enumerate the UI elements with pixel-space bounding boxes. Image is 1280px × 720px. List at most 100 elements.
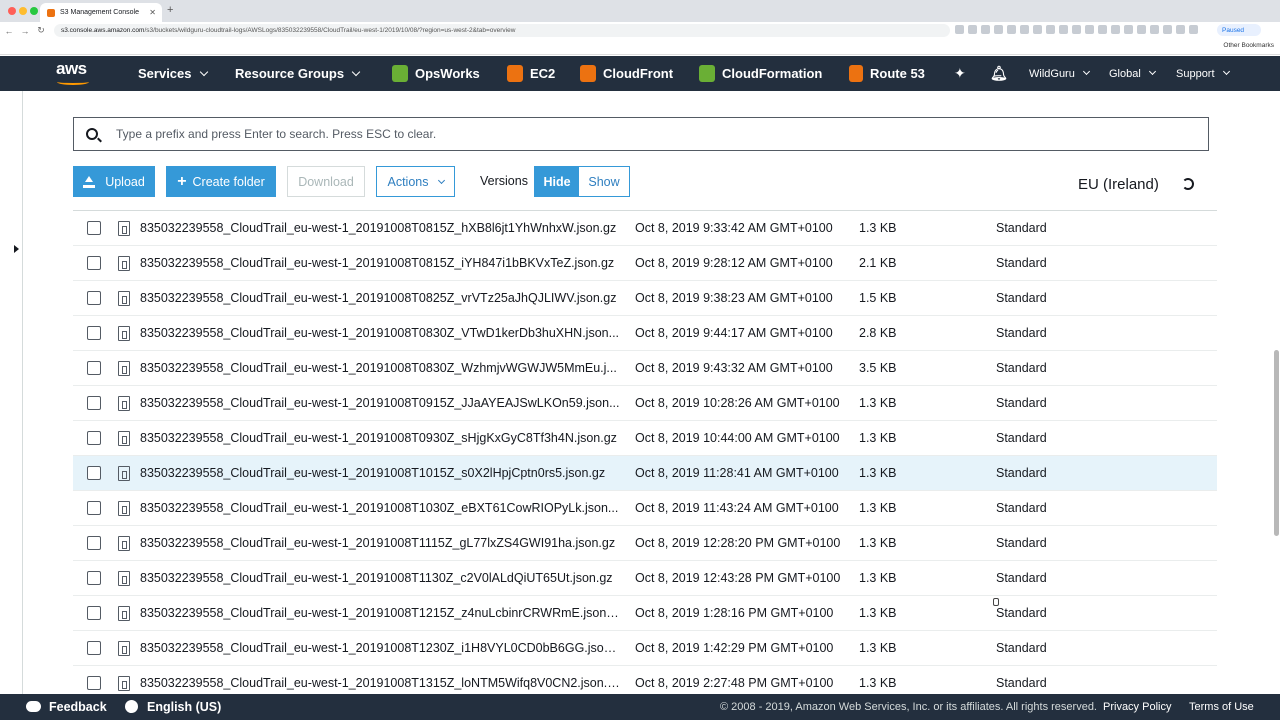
- table-row[interactable]: 835032239558_CloudTrail_eu-west-1_201910…: [73, 281, 1217, 316]
- table-row[interactable]: 835032239558_CloudTrail_eu-west-1_201910…: [73, 246, 1217, 281]
- row-checkbox[interactable]: [87, 676, 101, 690]
- object-name-link[interactable]: 835032239558_CloudTrail_eu-west-1_201910…: [140, 221, 620, 235]
- privacy-policy-link[interactable]: Privacy Policy: [1103, 701, 1171, 713]
- extension-icon[interactable]: [981, 25, 990, 34]
- forward-icon[interactable]: →: [18, 26, 32, 36]
- object-name-link[interactable]: 835032239558_CloudTrail_eu-west-1_201910…: [140, 466, 620, 480]
- row-checkbox[interactable]: [87, 431, 101, 445]
- object-name-link[interactable]: 835032239558_CloudTrail_eu-west-1_201910…: [140, 326, 620, 340]
- table-row[interactable]: 835032239558_CloudTrail_eu-west-1_201910…: [73, 456, 1217, 491]
- upload-button[interactable]: Upload: [73, 166, 155, 197]
- terms-of-use-link[interactable]: Terms of Use: [1189, 701, 1254, 713]
- row-checkbox[interactable]: [87, 291, 101, 305]
- row-checkbox[interactable]: [87, 221, 101, 235]
- table-row[interactable]: 835032239558_CloudTrail_eu-west-1_201910…: [73, 351, 1217, 386]
- object-name-link[interactable]: 835032239558_CloudTrail_eu-west-1_201910…: [140, 431, 620, 445]
- row-checkbox[interactable]: [87, 326, 101, 340]
- extension-icon[interactable]: [1085, 25, 1094, 34]
- shortcut-route53[interactable]: Route 53: [849, 56, 925, 91]
- minimize-window-icon[interactable]: [19, 7, 27, 15]
- table-row[interactable]: 835032239558_CloudTrail_eu-west-1_201910…: [73, 316, 1217, 351]
- object-name-link[interactable]: 835032239558_CloudTrail_eu-west-1_201910…: [140, 536, 620, 550]
- reload-icon[interactable]: ↻: [34, 25, 48, 36]
- support-menu[interactable]: Support: [1176, 56, 1230, 91]
- row-checkbox[interactable]: [87, 501, 101, 515]
- pin-icon[interactable]: ✦: [954, 56, 966, 91]
- hide-versions-button[interactable]: Hide: [535, 167, 579, 196]
- extension-icon[interactable]: [1150, 25, 1159, 34]
- extension-icon[interactable]: [1111, 25, 1120, 34]
- browser-tab[interactable]: S3 Management Console ✕: [40, 3, 162, 22]
- shortcut-cloudformation[interactable]: CloudFormation: [699, 56, 822, 91]
- object-name-link[interactable]: 835032239558_CloudTrail_eu-west-1_201910…: [140, 396, 620, 410]
- row-checkbox[interactable]: [87, 396, 101, 410]
- shortcut-ec2[interactable]: EC2: [507, 56, 555, 91]
- other-bookmarks[interactable]: Other Bookmarks: [1223, 42, 1274, 49]
- shortcut-cloudfront[interactable]: CloudFront: [580, 56, 673, 91]
- object-name-link[interactable]: 835032239558_CloudTrail_eu-west-1_201910…: [140, 676, 620, 690]
- extension-icon[interactable]: [1137, 25, 1146, 34]
- region-menu[interactable]: Global: [1109, 56, 1156, 91]
- extension-icon[interactable]: [1176, 25, 1185, 34]
- services-menu[interactable]: Services: [138, 56, 208, 91]
- table-row[interactable]: 835032239558_CloudTrail_eu-west-1_201910…: [73, 491, 1217, 526]
- row-checkbox[interactable]: [87, 361, 101, 375]
- zoom-icon[interactable]: [955, 25, 964, 34]
- extension-icon[interactable]: [1007, 25, 1016, 34]
- download-button[interactable]: Download: [287, 166, 365, 197]
- create-folder-button[interactable]: + Create folder: [166, 166, 276, 197]
- bookmark-star-icon[interactable]: [968, 25, 977, 34]
- extension-icon[interactable]: [1046, 25, 1055, 34]
- table-row[interactable]: 835032239558_CloudTrail_eu-west-1_201910…: [73, 421, 1217, 456]
- extension-icon[interactable]: [1020, 25, 1029, 34]
- extension-icon[interactable]: [1033, 25, 1042, 34]
- row-checkbox[interactable]: [87, 641, 101, 655]
- extension-icon[interactable]: [994, 25, 1003, 34]
- table-row[interactable]: 835032239558_CloudTrail_eu-west-1_201910…: [73, 561, 1217, 596]
- table-row[interactable]: 835032239558_CloudTrail_eu-west-1_201910…: [73, 386, 1217, 421]
- extension-icon[interactable]: [1124, 25, 1133, 34]
- row-checkbox[interactable]: [87, 571, 101, 585]
- actions-button[interactable]: Actions: [376, 166, 455, 197]
- aws-logo[interactable]: aws: [56, 60, 92, 86]
- extension-icon[interactable]: [1059, 25, 1068, 34]
- extension-icon[interactable]: [1163, 25, 1172, 34]
- table-row[interactable]: 835032239558_CloudTrail_eu-west-1_201910…: [73, 596, 1217, 631]
- bell-icon[interactable]: 🔔︎: [990, 56, 1008, 91]
- object-name-link[interactable]: 835032239558_CloudTrail_eu-west-1_201910…: [140, 361, 620, 375]
- search-input[interactable]: [116, 127, 1016, 141]
- extension-icon[interactable]: [1189, 25, 1198, 34]
- resource-groups-menu[interactable]: Resource Groups: [235, 56, 361, 91]
- object-name-link[interactable]: 835032239558_CloudTrail_eu-west-1_201910…: [140, 256, 620, 270]
- address-bar[interactable]: s3.console.aws.amazon.com/s3/buckets/wil…: [54, 24, 950, 37]
- new-tab-icon[interactable]: +: [167, 4, 173, 16]
- object-name-link[interactable]: 835032239558_CloudTrail_eu-west-1_201910…: [140, 606, 620, 620]
- language-selector[interactable]: English (US): [147, 700, 221, 714]
- close-window-icon[interactable]: [8, 7, 16, 15]
- table-row[interactable]: 835032239558_CloudTrail_eu-west-1_201910…: [73, 211, 1217, 246]
- page-scrollbar[interactable]: [1274, 350, 1279, 536]
- table-row[interactable]: 835032239558_CloudTrail_eu-west-1_201910…: [73, 526, 1217, 561]
- profile-paused-badge[interactable]: Paused: [1217, 24, 1261, 36]
- object-name-link[interactable]: 835032239558_CloudTrail_eu-west-1_201910…: [140, 641, 620, 655]
- maximize-window-icon[interactable]: [30, 7, 38, 15]
- row-checkbox[interactable]: [87, 536, 101, 550]
- object-name-link[interactable]: 835032239558_CloudTrail_eu-west-1_201910…: [140, 501, 620, 515]
- object-name-link[interactable]: 835032239558_CloudTrail_eu-west-1_201910…: [140, 291, 620, 305]
- extension-icon[interactable]: [1098, 25, 1107, 34]
- aws-top-nav: aws Services Resource Groups OpsWorks EC…: [0, 56, 1280, 91]
- row-checkbox[interactable]: [87, 466, 101, 480]
- expand-panel-icon[interactable]: [14, 245, 19, 253]
- table-row[interactable]: 835032239558_CloudTrail_eu-west-1_201910…: [73, 631, 1217, 666]
- back-icon[interactable]: ←: [2, 26, 16, 36]
- row-checkbox[interactable]: [87, 256, 101, 270]
- show-versions-button[interactable]: Show: [579, 167, 629, 196]
- shortcut-opsworks[interactable]: OpsWorks: [392, 56, 480, 91]
- account-menu[interactable]: WildGuru: [1029, 56, 1090, 91]
- object-name-link[interactable]: 835032239558_CloudTrail_eu-west-1_201910…: [140, 571, 620, 585]
- refresh-icon[interactable]: [1182, 178, 1194, 190]
- extension-icon[interactable]: [1072, 25, 1081, 34]
- row-checkbox[interactable]: [87, 606, 101, 620]
- close-tab-icon[interactable]: ✕: [149, 8, 156, 17]
- feedback-link[interactable]: Feedback: [49, 700, 107, 714]
